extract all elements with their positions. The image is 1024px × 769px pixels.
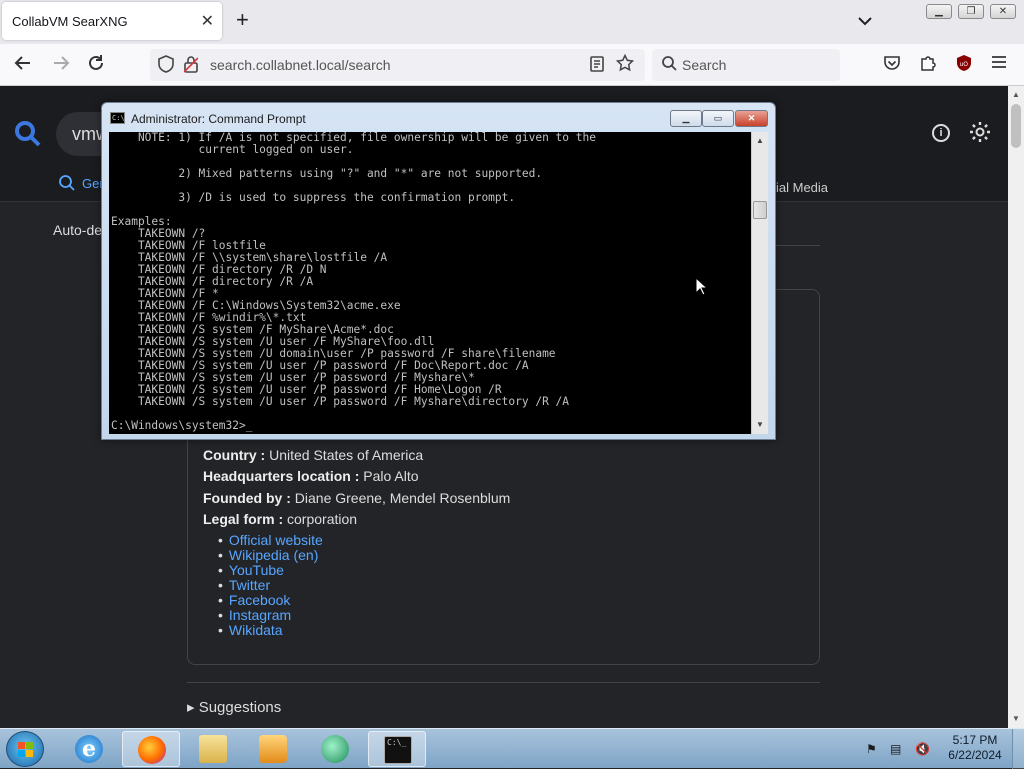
tab-searxng[interactable]: CollabVM SearXNG ✕	[2, 2, 222, 40]
scroll-up-arrow-icon[interactable]: ▲	[1012, 90, 1020, 99]
ublock-origin-icon[interactable]: uO	[955, 54, 973, 76]
scrollbar-thumb[interactable]	[1011, 104, 1021, 148]
cmd-scroll-down-icon[interactable]: ▼	[756, 420, 764, 429]
command-prompt-window[interactable]: C:\ Administrator: Command Prompt ▁ ▭ ✕ …	[101, 102, 776, 440]
network-icon[interactable]: ▤	[890, 742, 901, 756]
url-text: search.collabnet.local/search	[210, 57, 391, 73]
taskbar-internet-explorer[interactable]: e	[60, 731, 118, 767]
pocket-icon[interactable]	[883, 54, 901, 76]
lock-icon[interactable]	[183, 55, 199, 77]
taskbar-file-explorer[interactable]	[184, 731, 242, 767]
link-youtube[interactable]: YouTube	[228, 563, 323, 578]
back-icon[interactable]	[14, 54, 32, 76]
reader-view-icon[interactable]	[590, 55, 604, 77]
fact-legal-form: Legal form : corporation	[203, 511, 358, 527]
divider	[187, 682, 820, 683]
about-info-icon[interactable]: i	[932, 124, 950, 142]
browser-minimize-button[interactable]: ▁	[926, 4, 952, 19]
show-desktop-button[interactable]	[1012, 729, 1024, 769]
navigation-toolbar: search.collabnet.local/search Search uO	[0, 44, 1024, 86]
taskbar-command-prompt[interactable]: C:\_	[368, 731, 426, 767]
category-general-search-icon[interactable]	[58, 174, 76, 192]
hamburger-menu-icon[interactable]	[991, 54, 1007, 74]
start-button[interactable]	[6, 731, 44, 767]
volume-muted-icon[interactable]: 🔇	[915, 742, 930, 756]
browser-close-button[interactable]: ✕	[990, 4, 1016, 19]
cmd-scrollbar[interactable]: ▲ ▼	[751, 132, 768, 434]
media-player-icon	[259, 735, 287, 763]
list-all-tabs-icon[interactable]	[858, 13, 872, 29]
search-icon	[661, 55, 677, 77]
console-output[interactable]: NOTE: 1) If /A is not specified, file ow…	[109, 132, 751, 434]
windows-logo-icon	[18, 742, 33, 757]
suggestions-toggle[interactable]: ▸ Suggestions	[187, 698, 281, 716]
cmd-scroll-up-icon[interactable]: ▲	[756, 136, 764, 145]
cmd-icon: C:\_	[384, 736, 412, 764]
windows-taskbar: e C:\_ ⚑ ▤ 🔇 5:17 PM 6/22/2024	[0, 728, 1024, 769]
cmd-scrollbar-thumb[interactable]	[753, 201, 767, 219]
explorer-icon	[199, 735, 227, 763]
cmd-close-button[interactable]: ✕	[735, 110, 768, 127]
clock-date: 6/22/2024	[948, 748, 1002, 762]
link-wikipedia[interactable]: Wikipedia (en)	[228, 548, 323, 563]
tab-title: CollabVM SearXNG	[12, 14, 128, 29]
browser-maximize-button[interactable]: ❐	[958, 4, 984, 19]
ie-icon: e	[75, 735, 103, 763]
preferences-gear-icon[interactable]	[968, 120, 992, 151]
search-placeholder: Search	[682, 57, 727, 73]
extensions-puzzle-icon[interactable]	[919, 54, 937, 76]
console-text: NOTE: 1) If /A is not specified, file ow…	[111, 132, 596, 432]
link-twitter[interactable]: Twitter	[228, 578, 323, 593]
svg-text:uO: uO	[960, 61, 969, 68]
taskbar-media-player[interactable]	[244, 731, 302, 767]
reload-icon[interactable]	[87, 54, 105, 76]
action-center-flag-icon[interactable]: ⚑	[866, 742, 877, 756]
taskbar-network-app[interactable]	[306, 731, 364, 767]
language-autodetect-label[interactable]: Auto-det	[53, 222, 106, 238]
browser-search-field[interactable]: Search	[652, 49, 840, 81]
infobox-links: Official website Wikipedia (en) YouTube …	[228, 533, 323, 638]
browser-tabbar: CollabVM SearXNG ✕ + ▁ ❐ ✕	[0, 0, 1024, 44]
network-app-icon	[321, 735, 349, 763]
link-facebook[interactable]: Facebook	[228, 593, 323, 608]
fact-headquarters: Headquarters location : Palo Alto	[203, 468, 419, 484]
firefox-icon	[138, 736, 166, 764]
link-wikidata[interactable]: Wikidata	[228, 623, 323, 638]
scroll-down-arrow-icon[interactable]: ▼	[1012, 714, 1020, 723]
new-tab-button[interactable]: +	[236, 9, 249, 31]
system-clock[interactable]: 5:17 PM 6/22/2024	[944, 733, 1006, 763]
clock-time: 5:17 PM	[952, 733, 998, 747]
cmd-window-icon: C:\	[110, 112, 125, 124]
cmd-maximize-button[interactable]: ▭	[702, 110, 734, 127]
shield-icon[interactable]	[158, 55, 174, 77]
link-instagram[interactable]: Instagram	[228, 608, 323, 623]
fact-country: Country : United States of America	[203, 447, 424, 463]
mouse-pointer-icon	[695, 277, 707, 296]
tab-close-icon[interactable]: ✕	[201, 11, 214, 31]
link-official-website[interactable]: Official website	[228, 533, 323, 548]
page-scrollbar[interactable]: ▲ ▼	[1008, 86, 1024, 728]
forward-icon[interactable]	[52, 54, 70, 76]
searxng-logo-icon[interactable]	[14, 120, 42, 155]
url-bar[interactable]: search.collabnet.local/search	[150, 49, 645, 81]
fact-founded-by: Founded by : Diane Greene, Mendel Rosenb…	[203, 490, 511, 506]
bookmark-star-icon[interactable]	[615, 53, 635, 76]
tab-category-social-media[interactable]: ial Media	[776, 180, 828, 195]
taskbar-firefox[interactable]	[122, 731, 180, 767]
cmd-window-title: Administrator: Command Prompt	[131, 112, 306, 126]
cmd-minimize-button[interactable]: ▁	[670, 110, 702, 127]
